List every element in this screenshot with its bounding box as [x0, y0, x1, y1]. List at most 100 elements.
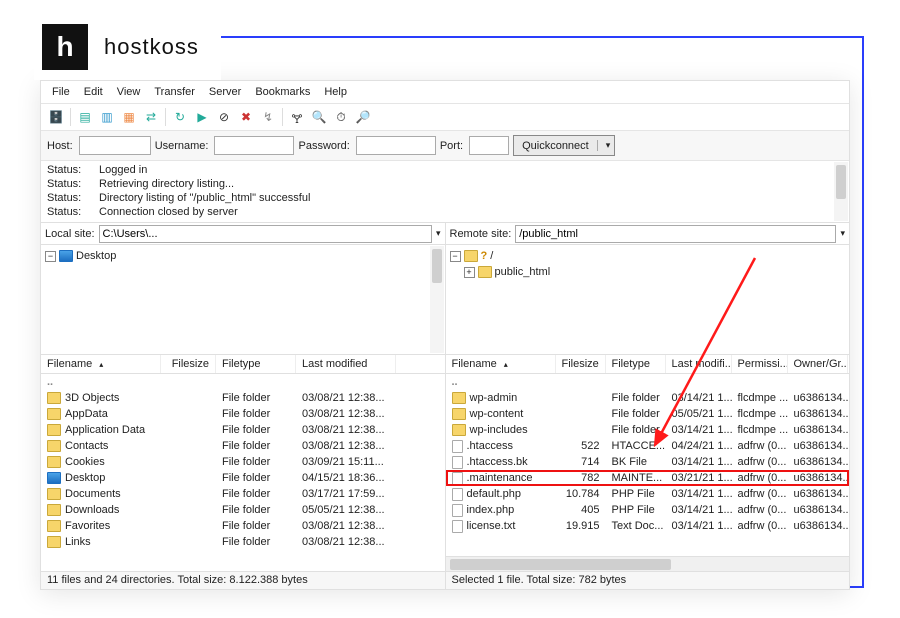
list-item[interactable]: index.php 405PHP File03/14/21 1... adfrw… [446, 502, 850, 518]
tree-expander-icon[interactable]: − [45, 251, 56, 262]
menu-edit[interactable]: Edit [78, 84, 109, 100]
list-item[interactable]: 3D Objects File folder03/08/21 12:38... [41, 390, 445, 406]
sitemanager-icon[interactable]: 🗄️ [46, 107, 66, 127]
list-item[interactable]: wp-admin File folder03/14/21 1... flcdmp… [446, 390, 850, 406]
list-item[interactable]: .. [446, 374, 850, 390]
list-item[interactable]: .htaccess.bk 714BK File03/14/21 1... adf… [446, 454, 850, 470]
folder-icon [47, 392, 61, 404]
folder-icon [47, 504, 61, 516]
local-list[interactable]: Filename▴ Filesize Filetype Last modifie… [41, 355, 445, 571]
menu-file[interactable]: File [46, 84, 76, 100]
list-item[interactable]: wp-content File folder05/05/21 1... flcd… [446, 406, 850, 422]
col-filename[interactable]: Filename▴ [41, 355, 161, 373]
quickconnect-label: Quickconnect [514, 140, 597, 152]
list-item[interactable]: Links File folder03/08/21 12:38... [41, 534, 445, 550]
col-permissions[interactable]: Permissi... [732, 355, 788, 373]
list-item[interactable]: Favorites File folder03/08/21 12:38... [41, 518, 445, 534]
list-item[interactable]: .maintenance 782MAINTE...03/21/21 1... a… [446, 470, 850, 486]
menu-transfer[interactable]: Transfer [148, 84, 201, 100]
cancel-icon[interactable]: ⊘ [214, 107, 234, 127]
message-log: Status:Logged inStatus:Retrieving direct… [41, 161, 849, 223]
list-item[interactable]: Documents File folder03/17/21 17:59... [41, 486, 445, 502]
file-icon [452, 440, 463, 453]
updir-icon: .. [47, 376, 53, 388]
speedlimit-icon[interactable]: ⏱ [331, 107, 351, 127]
tree-node[interactable]: + public_html [450, 264, 846, 280]
remote-list[interactable]: Filename▴ Filesize Filetype Last modifi.… [446, 355, 850, 571]
local-tree[interactable]: − Desktop [41, 245, 445, 355]
toggle-queue-icon[interactable]: ▦ [119, 107, 139, 127]
host-input[interactable] [79, 136, 151, 155]
local-tree-scrollbar[interactable] [430, 246, 444, 353]
folder-icon [452, 424, 466, 436]
col-owner[interactable]: Owner/Gr... [788, 355, 848, 373]
username-input[interactable] [214, 136, 294, 155]
log-line: Status:Directory listing of "/public_htm… [47, 191, 843, 205]
list-item[interactable]: Cookies File folder03/09/21 15:11... [41, 454, 445, 470]
col-filesize[interactable]: Filesize [556, 355, 606, 373]
toolbar-sep [282, 108, 283, 126]
username-label: Username: [155, 140, 209, 152]
brand-name: hostkoss [104, 34, 199, 60]
local-path-dropdown-icon[interactable]: ▾ [436, 228, 441, 239]
col-modified[interactable]: Last modifi... [666, 355, 732, 373]
quickconnect-button[interactable]: Quickconnect ▾ [513, 135, 615, 156]
file-icon [452, 504, 463, 517]
menu-bookmarks[interactable]: Bookmarks [249, 84, 316, 100]
col-filetype[interactable]: Filetype [216, 355, 296, 373]
menu-view[interactable]: View [111, 84, 147, 100]
menu-help[interactable]: Help [318, 84, 353, 100]
split-panes: Local site: ▾ − Desktop Filename▴ Filesi… [41, 223, 849, 589]
tree-expander-icon[interactable]: − [450, 251, 461, 262]
remote-path-input[interactable] [515, 225, 836, 243]
tree-node[interactable]: − ? / [450, 248, 846, 264]
remote-hscrollbar[interactable] [446, 556, 850, 571]
folder-icon [47, 440, 61, 452]
list-item[interactable]: default.php 10.784PHP File03/14/21 1... … [446, 486, 850, 502]
list-item[interactable]: .htaccess 522HTACCE...04/24/21 1... adfr… [446, 438, 850, 454]
refresh-icon[interactable]: ↻ [170, 107, 190, 127]
reconnect-icon[interactable]: ↯ [258, 107, 278, 127]
tree-expander-icon[interactable]: + [464, 267, 475, 278]
brand-mark: h [42, 24, 88, 70]
disconnect-icon[interactable]: ✖ [236, 107, 256, 127]
password-input[interactable] [356, 136, 436, 155]
log-line: Status:Connection closed by server [47, 205, 843, 219]
list-item[interactable]: Desktop File folder04/15/21 18:36... [41, 470, 445, 486]
desktop-icon [47, 472, 61, 484]
tree-node[interactable]: − Desktop [45, 248, 441, 264]
folder-icon [47, 520, 61, 532]
list-item[interactable]: Contacts File folder03/08/21 12:38... [41, 438, 445, 454]
menu-server[interactable]: Server [203, 84, 247, 100]
remote-tree[interactable]: − ? / + public_html [446, 245, 850, 355]
toggle-tree-icon[interactable]: ▥ [97, 107, 117, 127]
list-item[interactable]: wp-includes File folder03/14/21 1... flc… [446, 422, 850, 438]
col-filetype[interactable]: Filetype [606, 355, 666, 373]
port-label: Port: [440, 140, 463, 152]
file-icon [452, 520, 463, 533]
quickconnect-dropdown-icon[interactable]: ▾ [597, 140, 614, 151]
list-item[interactable]: Application Data File folder03/08/21 12:… [41, 422, 445, 438]
list-item[interactable]: Downloads File folder05/05/21 12:38... [41, 502, 445, 518]
list-item[interactable]: .. [41, 374, 445, 390]
log-scrollbar[interactable] [834, 162, 848, 221]
list-item[interactable]: AppData File folder03/08/21 12:38... [41, 406, 445, 422]
col-filesize[interactable]: Filesize [161, 355, 216, 373]
sync-icon[interactable]: ⇄ [141, 107, 161, 127]
filter-icon[interactable]: 🝖 [287, 107, 307, 127]
find-icon[interactable]: 🔎 [353, 107, 373, 127]
toolbar: 🗄️ ▤ ▥ ▦ ⇄ ↻ ▶ ⊘ ✖ ↯ 🝖 🔍 ⏱ 🔎 [41, 104, 849, 131]
toggle-log-icon[interactable]: ▤ [75, 107, 95, 127]
col-filename[interactable]: Filename▴ [446, 355, 556, 373]
process-queue-icon[interactable]: ▶ [192, 107, 212, 127]
compare-icon[interactable]: 🔍 [309, 107, 329, 127]
local-path-input[interactable] [99, 225, 432, 243]
toolbar-sep [70, 108, 71, 126]
local-status: 11 files and 24 directories. Total size:… [41, 571, 445, 589]
list-item[interactable]: license.txt 19.915Text Doc...03/14/21 1.… [446, 518, 850, 534]
file-icon [452, 472, 463, 485]
col-modified[interactable]: Last modified [296, 355, 396, 373]
local-path-row: Local site: ▾ [41, 223, 445, 245]
remote-path-dropdown-icon[interactable]: ▾ [840, 228, 845, 239]
port-input[interactable] [469, 136, 509, 155]
